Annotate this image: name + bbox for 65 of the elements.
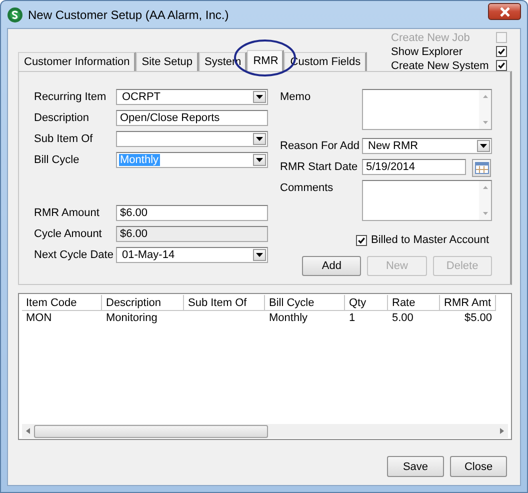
table-cell-text: $5.00 <box>463 311 493 326</box>
close-button[interactable] <box>488 3 521 20</box>
field-label: Reason For Add <box>280 139 360 154</box>
field-label: Description <box>34 111 90 126</box>
horizontal-scrollbar[interactable] <box>22 424 508 438</box>
tab[interactable]: RMR <box>247 50 284 71</box>
checkbox[interactable] <box>496 46 507 57</box>
field-label: Sub Item Of <box>34 132 94 147</box>
dropdown-arrow-icon[interactable] <box>256 137 263 141</box>
field-label: Bill Cycle <box>34 153 80 168</box>
dropdown[interactable]: 01-May-14 <box>116 247 268 263</box>
column-header[interactable]: RMR Amt <box>440 295 496 311</box>
text-area[interactable] <box>362 89 492 130</box>
field-label: RMR Amount <box>34 206 100 221</box>
field-label: Cycle Amount <box>34 227 103 242</box>
column-header[interactable]: Item Code <box>22 295 102 311</box>
option-label: Create New Job <box>391 32 470 44</box>
column-header[interactable]: Sub Item Of <box>184 295 265 311</box>
calendar-icon <box>474 162 488 174</box>
field-label: Memo <box>280 90 312 105</box>
input-field[interactable]: Open/Close Reports <box>116 110 268 126</box>
scroll-left-icon[interactable] <box>26 428 30 434</box>
dropdown-arrow-icon[interactable] <box>480 144 487 148</box>
field-label: Comments <box>280 181 334 196</box>
dropdown-arrow-icon[interactable] <box>256 158 263 162</box>
field-label: Recurring Item <box>34 90 108 105</box>
table-cell-text: 1 <box>348 311 356 326</box>
tab[interactable]: Customer Information <box>18 52 136 71</box>
scroll-up-icon[interactable] <box>482 186 488 189</box>
dropdown[interactable]: New RMR <box>362 138 492 154</box>
input-field[interactable]: $6.00 <box>116 226 268 242</box>
table-cell-text: MON <box>25 311 53 326</box>
scroll-up-icon[interactable] <box>482 95 488 98</box>
dialog-button[interactable]: Close <box>450 456 507 477</box>
tab[interactable]: Site Setup <box>136 52 199 71</box>
dropdown[interactable]: OCRPT <box>116 89 268 105</box>
table-cell-text: Monthly <box>268 311 309 326</box>
scroll-right-icon[interactable] <box>500 428 504 434</box>
input-field[interactable]: 5/19/2014 <box>362 159 466 175</box>
column-header[interactable]: Bill Cycle <box>265 295 345 311</box>
scroll-down-icon[interactable] <box>482 212 488 215</box>
table-cell-text: Monitoring <box>105 311 158 326</box>
checkbox[interactable] <box>356 234 367 246</box>
table-cell-text: 5.00 <box>391 311 414 326</box>
scroll-down-icon[interactable] <box>482 121 488 124</box>
text-area[interactable] <box>362 180 492 221</box>
dropdown-arrow-icon[interactable] <box>256 95 263 99</box>
dialog-button[interactable]: Save <box>387 456 444 477</box>
app-logo-icon <box>7 6 23 22</box>
input-field[interactable]: $6.00 <box>116 205 268 221</box>
column-header[interactable]: Qty <box>345 295 388 311</box>
window-title: New Customer Setup (AA Alarm, Inc.) <box>28 8 230 22</box>
field-label: RMR Start Date <box>280 160 359 175</box>
option-label: Show Explorer <box>391 46 463 58</box>
dropdown-arrow-icon[interactable] <box>256 253 263 257</box>
close-icon <box>498 6 510 16</box>
calendar-button[interactable] <box>472 159 491 177</box>
field-label: Next Cycle Date <box>34 248 114 263</box>
checkbox-label: Billed to Master Account <box>371 234 490 246</box>
column-header[interactable]: Description <box>102 295 184 311</box>
option-label: Create New System <box>391 60 489 72</box>
dropdown[interactable] <box>116 131 268 147</box>
column-header[interactable]: Rate <box>388 295 440 311</box>
item-button[interactable]: Add <box>302 256 362 276</box>
checkbox[interactable] <box>496 60 507 71</box>
